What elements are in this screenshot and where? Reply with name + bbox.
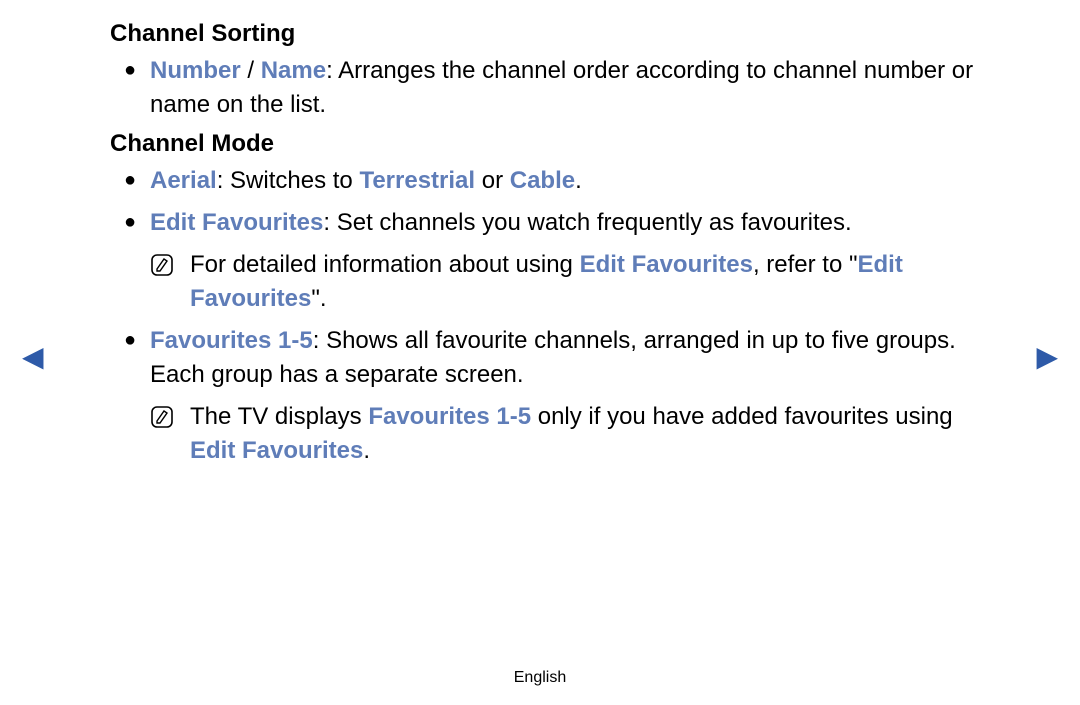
- desc-edit-favourites: : Set channels you watch frequently as f…: [323, 209, 851, 236]
- note-f15-b2: Edit Favourites: [190, 437, 363, 464]
- nav-prev-arrow[interactable]: ◀: [22, 340, 44, 373]
- aerial-t1: : Switches to: [217, 167, 360, 194]
- note-favourites-1-5: The TV displays Favourites 1-5 only if y…: [110, 400, 980, 468]
- note-ef-b1: Edit Favourites: [580, 251, 753, 278]
- page-content: Channel Sorting ● Number / Name: Arrange…: [110, 20, 980, 476]
- mode-item-edit-favourites: ● Edit Favourites: Set channels you watc…: [110, 206, 980, 240]
- note-icon: [150, 400, 190, 432]
- note-f15-t3: .: [363, 437, 370, 464]
- bullet-icon: ●: [110, 164, 150, 196]
- term-name: Name: [261, 57, 326, 84]
- opt-terrestrial: Terrestrial: [359, 167, 475, 194]
- heading-channel-mode: Channel Mode: [110, 130, 980, 158]
- term-edit-favourites: Edit Favourites: [150, 209, 323, 236]
- note-f15-b1: Favourites 1-5: [368, 403, 531, 430]
- heading-channel-sorting: Channel Sorting: [110, 20, 980, 48]
- text-slash: /: [241, 57, 261, 84]
- note-ef-t2: , refer to ": [753, 251, 858, 278]
- bullet-icon: ●: [110, 54, 150, 86]
- note-ef-t1: For detailed information about using: [190, 251, 580, 278]
- note-f15-t2: only if you have added favourites using: [531, 403, 953, 430]
- bullet-icon: ●: [110, 324, 150, 356]
- nav-next-arrow[interactable]: ▶: [1036, 340, 1058, 373]
- opt-cable: Cable: [510, 167, 575, 194]
- footer-language: English: [0, 669, 1080, 687]
- aerial-t3: .: [575, 167, 582, 194]
- note-f15-t1: The TV displays: [190, 403, 368, 430]
- sorting-item-number-name: ● Number / Name: Arranges the channel or…: [110, 54, 980, 122]
- note-editfav-text: For detailed information about using Edi…: [190, 248, 980, 316]
- sorting-item-text: Number / Name: Arranges the channel orde…: [150, 54, 980, 122]
- mode-item-favourites-1-5: ● Favourites 1-5: Shows all favourite ch…: [110, 324, 980, 392]
- aerial-text: Aerial: Switches to Terrestrial or Cable…: [150, 164, 980, 198]
- note-edit-favourites: For detailed information about using Edi…: [110, 248, 980, 316]
- fav15-text: Favourites 1-5: Shows all favourite chan…: [150, 324, 980, 392]
- editfav-text: Edit Favourites: Set channels you watch …: [150, 206, 980, 240]
- mode-item-aerial: ● Aerial: Switches to Terrestrial or Cab…: [110, 164, 980, 198]
- note-fav15-text: The TV displays Favourites 1-5 only if y…: [190, 400, 980, 468]
- term-favourites-1-5: Favourites 1-5: [150, 327, 313, 354]
- note-ef-t3: ".: [311, 285, 326, 312]
- aerial-t2: or: [475, 167, 510, 194]
- term-aerial: Aerial: [150, 167, 217, 194]
- term-number: Number: [150, 57, 241, 84]
- bullet-icon: ●: [110, 206, 150, 238]
- note-icon: [150, 248, 190, 280]
